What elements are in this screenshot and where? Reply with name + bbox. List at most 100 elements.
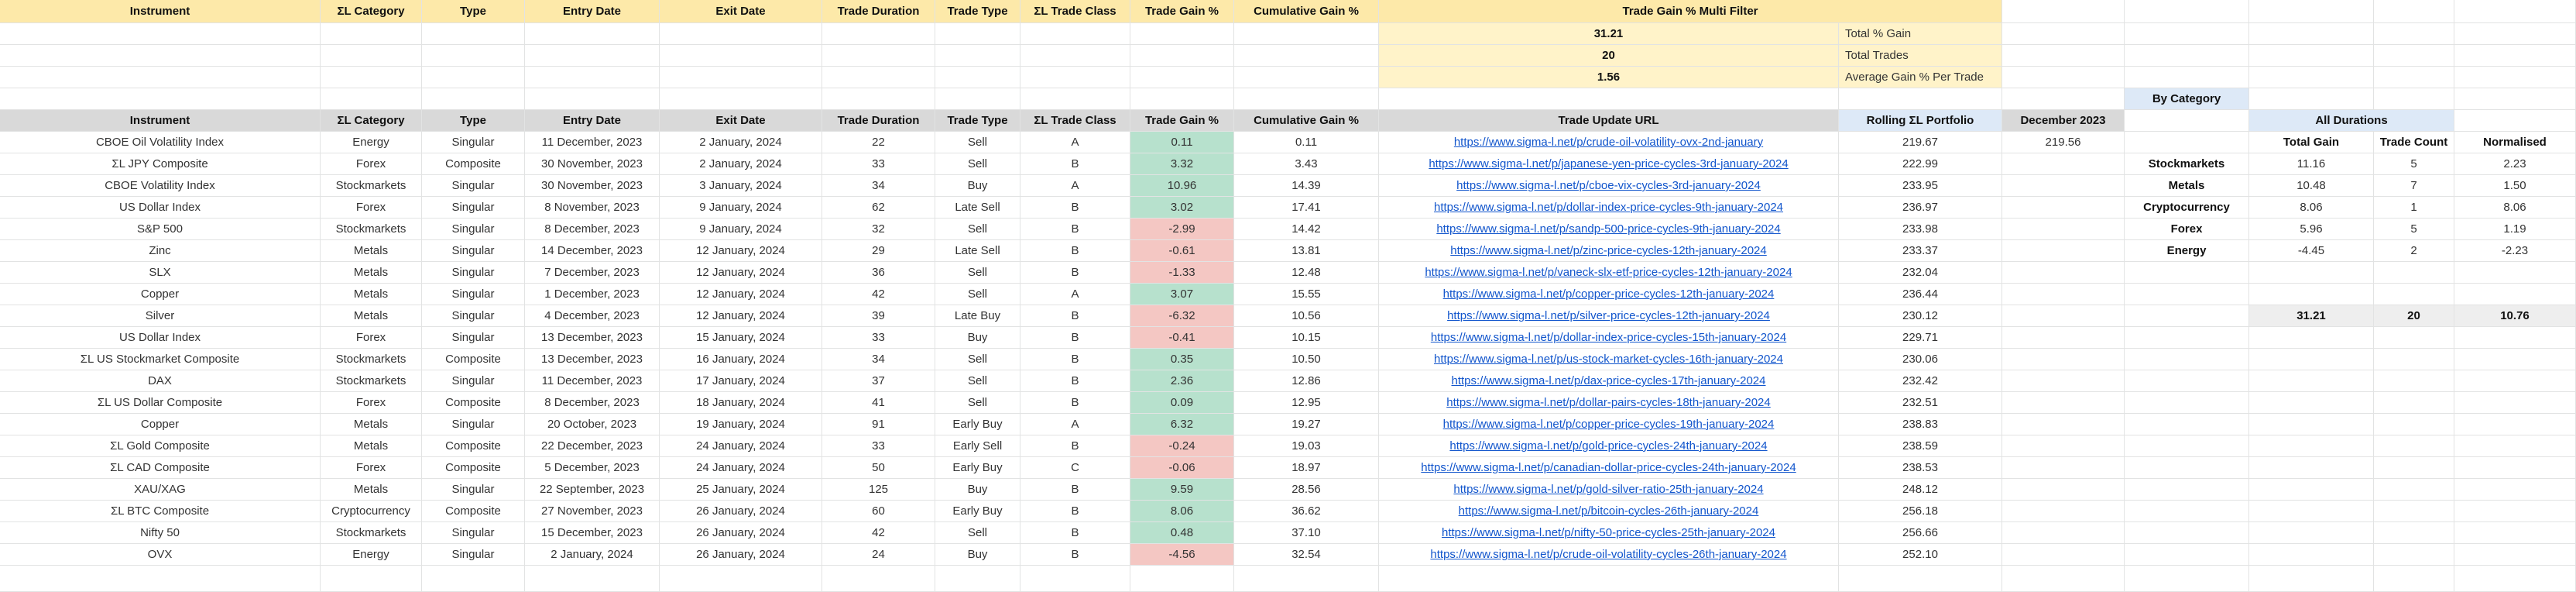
- empty-cell[interactable]: [2125, 522, 2249, 544]
- trade-gain-cell[interactable]: 8.06: [1130, 501, 1234, 522]
- table-cell[interactable]: Metals: [321, 479, 422, 501]
- empty-cell[interactable]: [1130, 23, 1234, 45]
- category-value[interactable]: 5: [2374, 219, 2454, 240]
- empty-cell[interactable]: [2374, 522, 2454, 544]
- category-value[interactable]: 7: [2374, 175, 2454, 197]
- table-cell[interactable]: Sell: [935, 219, 1020, 240]
- category-value[interactable]: 5: [2374, 153, 2454, 175]
- table-cell[interactable]: 19.27: [1234, 414, 1379, 435]
- table-cell[interactable]: 12 January, 2024: [660, 240, 822, 262]
- url-cell[interactable]: https://www.sigma-l.net/p/dollar-pairs-c…: [1379, 392, 1839, 414]
- empty-cell[interactable]: [2374, 67, 2454, 88]
- url-cell[interactable]: https://www.sigma-l.net/p/dollar-index-p…: [1379, 327, 1839, 349]
- empty-cell[interactable]: [1234, 67, 1379, 88]
- empty-cell[interactable]: [2454, 392, 2576, 414]
- table-header-3[interactable]: Entry Date: [525, 110, 660, 132]
- table-cell[interactable]: 24: [822, 544, 935, 566]
- empty-cell[interactable]: [2374, 544, 2454, 566]
- summary-label[interactable]: Total % Gain: [1839, 23, 2002, 45]
- table-cell[interactable]: 5 December, 2023: [525, 457, 660, 479]
- trade-gain-cell[interactable]: 3.07: [1130, 284, 1234, 305]
- table-cell[interactable]: 8 December, 2023: [525, 392, 660, 414]
- top-header-0[interactable]: Instrument: [0, 0, 321, 23]
- empty-cell[interactable]: [2125, 370, 2249, 392]
- empty-cell[interactable]: [2002, 544, 2125, 566]
- empty-cell[interactable]: [2249, 370, 2374, 392]
- empty-cell[interactable]: [2374, 45, 2454, 67]
- url-cell[interactable]: https://www.sigma-l.net/p/crude-oil-vola…: [1379, 132, 1839, 153]
- table-cell[interactable]: Metals: [321, 284, 422, 305]
- trade-update-link[interactable]: https://www.sigma-l.net/p/gold-silver-ra…: [1453, 484, 1763, 495]
- empty-cell[interactable]: [422, 23, 525, 45]
- empty-cell[interactable]: [2125, 479, 2249, 501]
- category-name[interactable]: Metals: [2125, 175, 2249, 197]
- empty-cell[interactable]: [2454, 501, 2576, 522]
- all-durations-header[interactable]: All Durations: [2249, 110, 2454, 132]
- table-cell[interactable]: Singular: [422, 305, 525, 327]
- empty-cell[interactable]: [2002, 175, 2125, 197]
- category-name[interactable]: Stockmarkets: [2125, 153, 2249, 175]
- category-value[interactable]: 8.06: [2249, 197, 2374, 219]
- empty-cell[interactable]: [822, 23, 935, 45]
- empty-cell[interactable]: [2454, 457, 2576, 479]
- empty-cell[interactable]: [2002, 0, 2125, 23]
- summary-label[interactable]: Total Trades: [1839, 45, 2002, 67]
- summary-value[interactable]: 20: [1379, 45, 1839, 67]
- empty-cell[interactable]: [660, 23, 822, 45]
- category-value[interactable]: 8.06: [2454, 197, 2576, 219]
- table-cell[interactable]: 8 November, 2023: [525, 197, 660, 219]
- table-cell[interactable]: Buy: [935, 544, 1020, 566]
- category-value[interactable]: 10.48: [2249, 175, 2374, 197]
- empty-cell[interactable]: [2374, 262, 2454, 284]
- trade-gain-cell[interactable]: 0.09: [1130, 392, 1234, 414]
- url-cell[interactable]: https://www.sigma-l.net/p/japanese-yen-p…: [1379, 153, 1839, 175]
- table-cell[interactable]: B: [1020, 544, 1130, 566]
- table-cell[interactable]: 32: [822, 219, 935, 240]
- table-cell[interactable]: Sell: [935, 132, 1020, 153]
- table-cell[interactable]: Energy: [321, 132, 422, 153]
- empty-cell[interactable]: [1020, 88, 1130, 110]
- empty-cell[interactable]: [525, 45, 660, 67]
- table-cell[interactable]: 29: [822, 240, 935, 262]
- empty-cell[interactable]: [2249, 262, 2374, 284]
- portfolio-cell[interactable]: 236.97: [1839, 197, 2002, 219]
- empty-cell[interactable]: [0, 88, 321, 110]
- portfolio-cell[interactable]: 222.99: [1839, 153, 2002, 175]
- url-cell[interactable]: https://www.sigma-l.net/p/zinc-price-cyc…: [1379, 240, 1839, 262]
- portfolio-cell[interactable]: 233.98: [1839, 219, 2002, 240]
- table-cell[interactable]: 22: [822, 132, 935, 153]
- portfolio-cell[interactable]: 230.06: [1839, 349, 2002, 370]
- url-cell[interactable]: https://www.sigma-l.net/p/cboe-vix-cycle…: [1379, 175, 1839, 197]
- trade-gain-cell[interactable]: 0.35: [1130, 349, 1234, 370]
- table-cell[interactable]: Singular: [422, 175, 525, 197]
- empty-cell[interactable]: [525, 23, 660, 45]
- table-cell[interactable]: Nifty 50: [0, 522, 321, 544]
- table-cell[interactable]: 0.11: [1234, 132, 1379, 153]
- table-cell[interactable]: 42: [822, 284, 935, 305]
- table-cell[interactable]: B: [1020, 522, 1130, 544]
- empty-cell[interactable]: [0, 566, 321, 592]
- table-cell[interactable]: 12.48: [1234, 262, 1379, 284]
- table-cell[interactable]: 22 December, 2023: [525, 435, 660, 457]
- table-cell[interactable]: 12 January, 2024: [660, 262, 822, 284]
- empty-cell[interactable]: [2002, 219, 2125, 240]
- empty-cell[interactable]: [2454, 262, 2576, 284]
- table-cell[interactable]: 14 December, 2023: [525, 240, 660, 262]
- table-cell[interactable]: 28.56: [1234, 479, 1379, 501]
- url-cell[interactable]: https://www.sigma-l.net/p/bitcoin-cycles…: [1379, 501, 1839, 522]
- table-header-11[interactable]: Rolling ΣL Portfolio: [1839, 110, 2002, 132]
- empty-cell[interactable]: [935, 566, 1020, 592]
- url-cell[interactable]: https://www.sigma-l.net/p/sandp-500-pric…: [1379, 219, 1839, 240]
- table-cell[interactable]: Silver: [0, 305, 321, 327]
- table-cell[interactable]: Sell: [935, 262, 1020, 284]
- empty-cell[interactable]: [2454, 88, 2576, 110]
- top-header-3[interactable]: Entry Date: [525, 0, 660, 23]
- table-cell[interactable]: Stockmarkets: [321, 219, 422, 240]
- trade-gain-cell[interactable]: -6.32: [1130, 305, 1234, 327]
- empty-cell[interactable]: [2002, 566, 2125, 592]
- empty-cell[interactable]: [2374, 501, 2454, 522]
- empty-cell[interactable]: [2249, 88, 2374, 110]
- table-cell[interactable]: CBOE Volatility Index: [0, 175, 321, 197]
- empty-cell[interactable]: [1234, 23, 1379, 45]
- category-value[interactable]: -4.45: [2249, 240, 2374, 262]
